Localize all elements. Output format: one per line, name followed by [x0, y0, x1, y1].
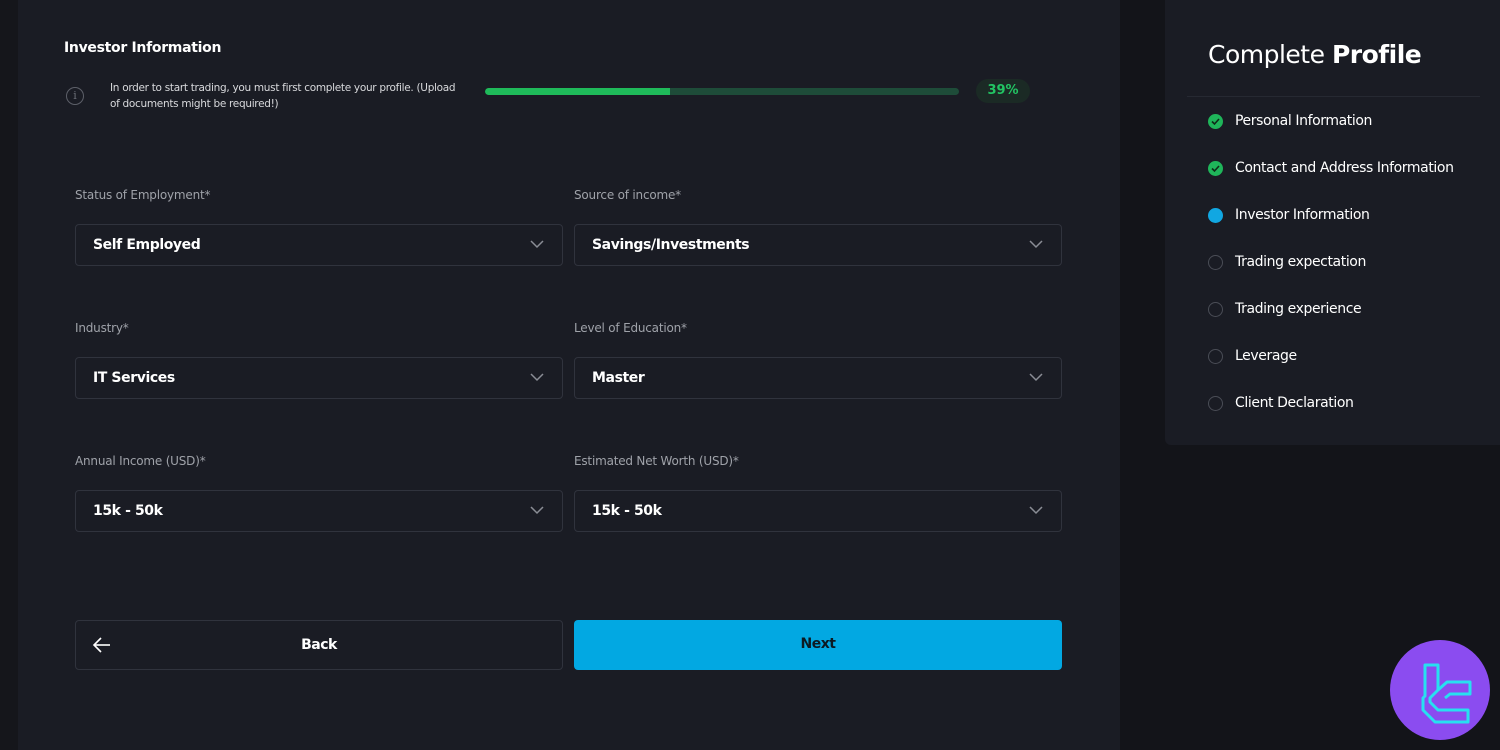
back-button-label: Back — [301, 637, 337, 653]
chevron-down-icon — [530, 506, 544, 515]
sidebar-step-label: Investor Information — [1235, 207, 1370, 223]
annual-income-label: Annual Income (USD)* — [75, 454, 206, 468]
income-source-field: Source of income* Savings/Investments — [574, 188, 1062, 266]
current-step-dot-icon — [1208, 207, 1223, 223]
industry-label: Industry* — [75, 321, 129, 335]
sidebar-step-label: Trading expectation — [1235, 254, 1366, 270]
chevron-down-icon — [530, 240, 544, 249]
sidebar-divider — [1187, 96, 1480, 97]
net-worth-select[interactable]: 15k - 50k — [574, 490, 1062, 532]
info-text: In order to start trading, you must firs… — [110, 82, 456, 110]
annual-income-field: Annual Income (USD)* 15k - 50k — [75, 454, 563, 532]
sidebar-step[interactable]: Trading expectation — [1208, 252, 1366, 272]
chevron-down-icon — [1029, 373, 1043, 382]
sidebar-step-label: Personal Information — [1235, 113, 1373, 129]
employment-status-field: Status of Employment* Self Employed — [75, 188, 563, 266]
sidebar-title-bold: Profile — [1331, 40, 1422, 69]
back-button[interactable]: Back — [75, 620, 563, 670]
industry-select[interactable]: IT Services — [75, 357, 563, 399]
net-worth-label: Estimated Net Worth (USD)* — [574, 454, 739, 468]
employment-status-label: Status of Employment* — [75, 188, 211, 202]
net-worth-value: 15k - 50k — [592, 503, 662, 519]
form-title: Investor Information — [64, 40, 222, 56]
education-field: Level of Education* Master — [574, 321, 1062, 399]
empty-circle-icon — [1208, 301, 1223, 317]
chevron-down-icon — [1029, 506, 1043, 515]
income-source-label: Source of income* — [574, 188, 681, 202]
brand-logo — [1390, 640, 1490, 740]
annual-income-select[interactable]: 15k - 50k — [75, 490, 563, 532]
empty-circle-icon — [1208, 395, 1223, 411]
empty-circle-icon — [1208, 348, 1223, 364]
employment-status-select[interactable]: Self Employed — [75, 224, 563, 266]
employment-status-value: Self Employed — [93, 237, 201, 253]
education-value: Master — [592, 370, 645, 386]
page-edge — [0, 0, 18, 750]
sidebar-step[interactable]: Client Declaration — [1208, 393, 1354, 413]
education-select[interactable]: Master — [574, 357, 1062, 399]
annual-income-value: 15k - 50k — [93, 503, 163, 519]
sidebar-step-label: Leverage — [1235, 348, 1297, 364]
profile-steps-sidebar: Complete Profile Personal Information Con… — [1165, 0, 1500, 445]
empty-circle-icon — [1208, 254, 1223, 270]
sidebar-step[interactable]: Personal Information — [1208, 111, 1372, 131]
sidebar-step[interactable]: Leverage — [1208, 346, 1297, 366]
sidebar-step[interactable]: Investor Information — [1208, 205, 1370, 225]
info-circle-icon: i — [66, 87, 84, 105]
industry-field: Industry* IT Services — [75, 321, 563, 399]
education-label: Level of Education* — [574, 321, 687, 335]
sidebar-step-label: Trading experience — [1235, 301, 1362, 317]
chevron-down-icon — [530, 373, 544, 382]
income-source-value: Savings/Investments — [592, 237, 750, 253]
sidebar-title: Complete Profile — [1208, 40, 1422, 69]
net-worth-field: Estimated Net Worth (USD)* 15k - 50k — [574, 454, 1062, 532]
next-button[interactable]: Next — [574, 620, 1062, 670]
income-source-select[interactable]: Savings/Investments — [574, 224, 1062, 266]
investor-form-panel: Investor Information i In order to start… — [18, 0, 1120, 750]
sidebar-step-label: Contact and Address Information — [1235, 160, 1454, 176]
sidebar-step[interactable]: Contact and Address Information — [1208, 158, 1454, 178]
progress-percent-badge: 39% — [976, 79, 1030, 103]
sidebar-step[interactable]: Trading experience — [1208, 299, 1362, 319]
industry-value: IT Services — [93, 370, 175, 386]
check-circle-icon — [1208, 160, 1223, 176]
profile-progress-bar — [485, 88, 959, 95]
chevron-down-icon — [1029, 240, 1043, 249]
sidebar-title-light: Complete — [1208, 40, 1325, 69]
progress-fill — [485, 88, 670, 95]
logo-mark-icon — [1421, 663, 1472, 724]
check-circle-icon — [1208, 113, 1223, 129]
next-button-label: Next — [800, 636, 836, 652]
sidebar-step-label: Client Declaration — [1235, 395, 1354, 411]
